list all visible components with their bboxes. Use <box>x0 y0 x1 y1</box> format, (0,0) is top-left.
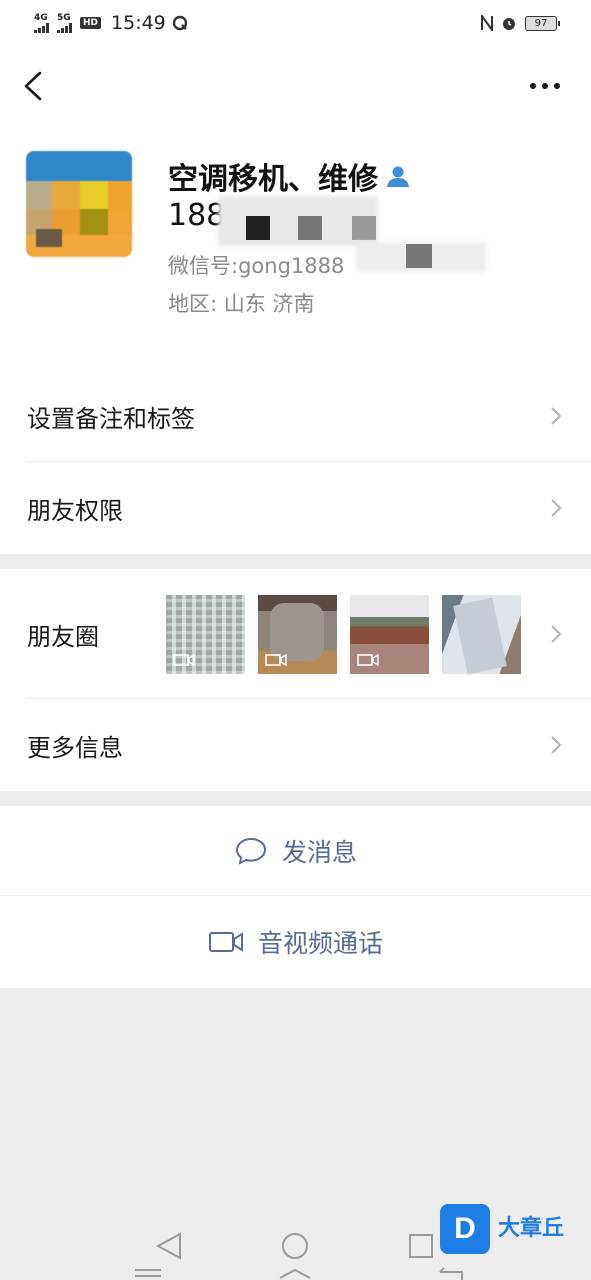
q-app-icon <box>172 15 187 31</box>
moments-thumbnails <box>166 595 521 674</box>
privacy-blur <box>406 244 432 268</box>
chat-bubble-icon <box>235 837 266 865</box>
phone-number: 188 <box>168 198 226 233</box>
remark-and-tags-row[interactable]: 设置备注和标签 <box>0 370 591 462</box>
nav-back-button[interactable] <box>148 1228 192 1268</box>
watermark-logo: D <box>440 1204 490 1254</box>
alarm-icon <box>503 18 515 30</box>
moments-label: 朋友圈 <box>27 622 99 651</box>
avatar[interactable] <box>26 151 132 257</box>
chevron-right-icon <box>551 499 562 517</box>
audio-video-call-button[interactable]: 音视频通话 <box>0 896 591 988</box>
nav-recents-button[interactable] <box>399 1228 443 1268</box>
chevron-right-icon <box>551 625 562 643</box>
profile-header: 空调移机、维修 188 微信号:gong1888 地区: 山东 济南 <box>0 46 591 370</box>
hd-voice-icon: HD <box>80 17 102 29</box>
contact-person-icon <box>387 166 409 187</box>
cell-signal-2: 5G <box>57 13 72 33</box>
privacy-blur <box>298 216 322 240</box>
chevron-right-icon <box>551 407 562 425</box>
more-info-label: 更多信息 <box>27 733 123 762</box>
moment-thumbnail <box>442 595 521 674</box>
send-message-label: 发消息 <box>281 838 357 867</box>
send-message-button[interactable]: 发消息 <box>0 806 591 896</box>
friend-permissions-row[interactable]: 朋友权限 <box>0 462 591 554</box>
more-options-icon[interactable] <box>529 82 561 90</box>
battery-icon: 97 <box>525 15 560 31</box>
audio-video-call-label: 音视频通话 <box>257 929 383 958</box>
contact-name: 空调移机、维修 <box>168 162 378 197</box>
cell-signal-1: 4G <box>34 13 49 33</box>
moment-thumbnail <box>258 595 337 674</box>
moment-thumbnail <box>166 595 245 674</box>
watermark: D 大章丘 <box>440 1204 564 1254</box>
privacy-blur <box>352 216 376 240</box>
wechat-id: 微信号:gong1888 <box>168 254 345 278</box>
region: 地区: 山东 济南 <box>168 292 315 316</box>
chevron-right-icon <box>551 736 562 754</box>
remark-and-tags-label: 设置备注和标签 <box>27 404 195 433</box>
video-icon <box>357 654 379 666</box>
moment-thumbnail <box>350 595 429 674</box>
status-bar: 4G 5G HD 15:49 97 <box>0 0 591 46</box>
clock: 15:49 <box>111 12 166 34</box>
privacy-blur <box>246 216 270 240</box>
nfc-icon <box>481 15 493 31</box>
video-icon <box>173 654 195 666</box>
nav-home-button[interactable] <box>273 1228 317 1268</box>
friend-permissions-label: 朋友权限 <box>27 496 123 525</box>
moments-row[interactable]: 朋友圈 <box>0 569 591 699</box>
back-arrow-icon[interactable] <box>20 70 46 102</box>
video-icon <box>265 654 287 666</box>
watermark-name: 大章丘 <box>498 1216 565 1241</box>
more-info-row[interactable]: 更多信息 <box>0 699 591 791</box>
video-camera-icon <box>208 932 243 952</box>
